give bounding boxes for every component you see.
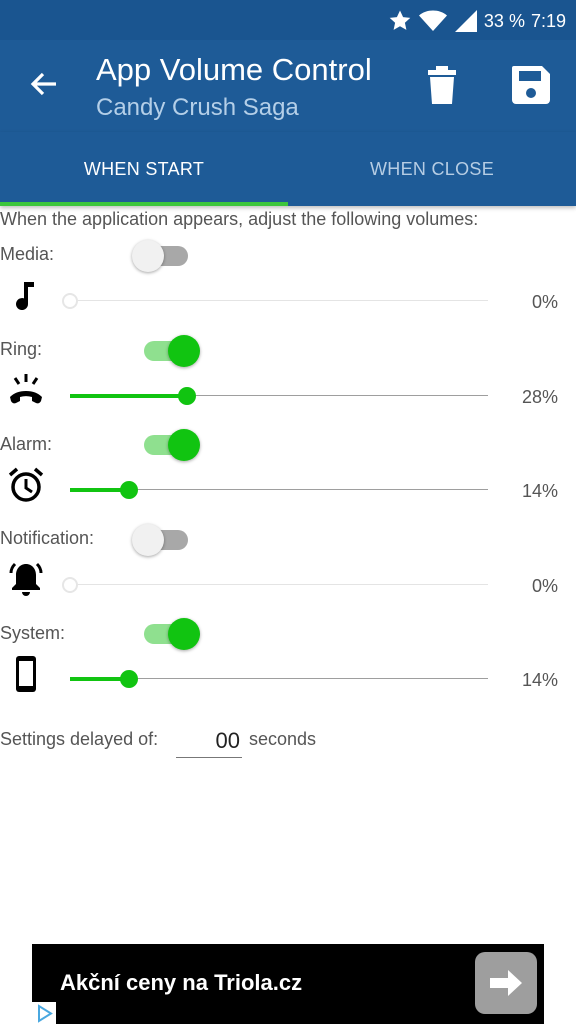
media-slider[interactable] — [62, 291, 488, 311]
media-percent: 0% — [531, 292, 558, 312]
app-bar: App Volume Control Candy Crush Saga — [0, 40, 576, 132]
music-note-icon — [16, 282, 34, 311]
trash-icon — [428, 66, 456, 104]
notification-percent: 0% — [531, 576, 558, 596]
ad-choices-button[interactable] — [32, 1002, 56, 1024]
clock: 7:19 — [530, 10, 566, 31]
alarm-clock-icon — [8, 467, 44, 502]
tab-indicator — [0, 202, 288, 206]
save-button[interactable] — [510, 64, 552, 106]
signal-icon — [454, 10, 477, 32]
app-title: App Volume Control — [96, 52, 372, 87]
ring-slider[interactable] — [70, 386, 488, 406]
wifi-icon — [418, 10, 447, 31]
ring-toggle[interactable] — [140, 328, 200, 368]
back-arrow-icon — [30, 72, 56, 96]
battery-percent: 33 % — [483, 10, 525, 31]
media-label: Media: — [0, 244, 55, 264]
delay-unit: seconds — [249, 729, 317, 749]
intro-text: When the application appears, adjust the… — [0, 209, 479, 229]
alarm-toggle[interactable] — [140, 422, 200, 462]
tab-when-start[interactable]: WHEN START — [0, 132, 288, 206]
ad-choices-icon — [38, 1004, 53, 1023]
ad-text: Akční ceny na Triola.cz — [60, 970, 303, 995]
notification-slider[interactable] — [62, 575, 488, 595]
status-bar: 33 % 7:19 — [0, 0, 576, 40]
alarm-label: Alarm: — [0, 434, 53, 454]
ad-open-button[interactable] — [475, 952, 537, 1014]
status-icons: 33 % 7:19 — [388, 8, 566, 34]
ad-banner[interactable]: Akční ceny na Triola.cz — [32, 944, 544, 1024]
arrow-right-icon — [490, 970, 522, 996]
tab-bar: WHEN START WHEN CLOSE — [0, 132, 576, 206]
save-icon — [512, 66, 550, 104]
system-toggle[interactable] — [140, 611, 200, 651]
alarm-percent: 14% — [521, 481, 558, 501]
tab-when-close[interactable]: WHEN CLOSE — [288, 132, 576, 206]
alarm-slider[interactable] — [70, 480, 488, 500]
media-toggle[interactable] — [132, 233, 192, 273]
system-slider[interactable] — [70, 669, 488, 689]
back-button[interactable] — [26, 66, 62, 102]
ring-percent: 28% — [521, 387, 558, 407]
system-label: System: — [0, 623, 66, 643]
smartphone-icon — [16, 656, 36, 692]
star-icon — [389, 10, 411, 30]
ring-label: Ring: — [0, 339, 43, 359]
notification-toggle[interactable] — [132, 517, 192, 557]
app-subtitle: Candy Crush Saga — [96, 94, 299, 121]
system-percent: 14% — [521, 670, 558, 690]
notification-label: Notification: — [0, 528, 95, 548]
ringing-phone-icon — [10, 374, 42, 404]
bell-icon — [9, 562, 43, 596]
delay-seconds-input[interactable] — [176, 724, 242, 758]
delete-button[interactable] — [424, 64, 460, 106]
delay-label: Settings delayed of: — [0, 729, 159, 749]
